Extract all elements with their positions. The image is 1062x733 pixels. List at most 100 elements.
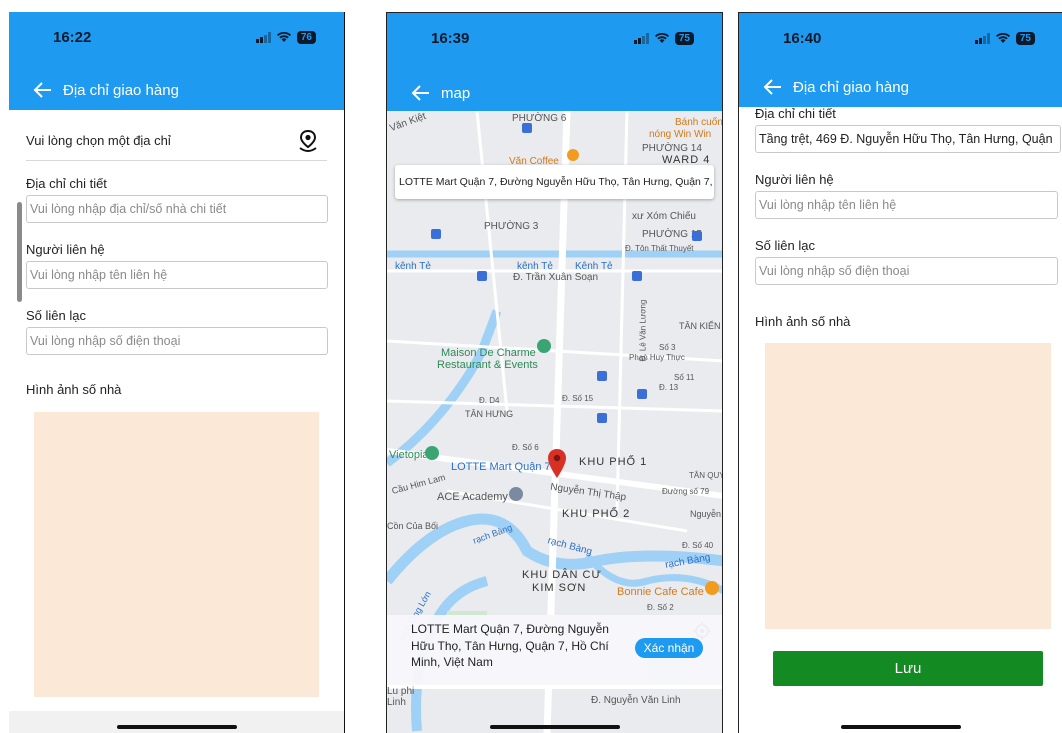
signal-icon — [633, 32, 649, 44]
app-bar: 16:40 75 Địa chỉ giao hàng — [739, 13, 1062, 107]
house-photo-label: Hình ảnh số nhà — [26, 382, 122, 397]
map-label: KHU PHỐ 2 — [562, 508, 631, 520]
restaurant-poi-icon — [537, 339, 551, 353]
status-time: 16:40 — [783, 29, 822, 47]
battery-icon: 75 — [674, 31, 694, 45]
page-title: Địa chỉ giao hàng — [793, 78, 909, 96]
map-label: TÂN QUY — [689, 471, 722, 480]
map-label: xư Xóm Chiếu — [632, 211, 696, 222]
map-label: ACE Academy — [437, 491, 508, 503]
bus-stop-icon — [637, 389, 647, 399]
bus-stop-icon — [597, 413, 607, 423]
house-photo-upload[interactable] — [765, 343, 1051, 629]
phone-input[interactable]: Vui lòng nhập số điện thoại — [26, 327, 328, 355]
map-label: Bonnie Cafe Cafe — [617, 586, 704, 598]
choose-address-label[interactable]: Vui lòng chọn một địa chỉ — [26, 133, 171, 148]
map-label: nóng Win Win — [649, 129, 712, 140]
save-button[interactable]: Lưu — [773, 651, 1043, 686]
selected-address-text: LOTTE Mart Quận 7, Đường Nguyễn Hữu Thọ,… — [411, 622, 609, 669]
house-photo-upload[interactable] — [34, 412, 319, 697]
map-label: Số 11 — [674, 373, 695, 382]
bus-stop-icon — [597, 371, 607, 381]
phone-label: Số liên lạc — [26, 308, 86, 323]
map-label: PHƯỜNG 3 — [484, 221, 539, 232]
cafe-icon — [705, 581, 719, 595]
bus-stop-icon — [692, 231, 702, 241]
scroll-handle[interactable] — [17, 202, 22, 302]
map-label: Đ. Số 6 — [512, 443, 539, 452]
contact-name-input[interactable]: Vui lòng nhập tên liên hệ — [755, 191, 1058, 219]
map-label: Maison De Charme — [441, 347, 536, 359]
bus-stop-icon — [477, 271, 487, 281]
status-bar: 16:22 76 — [9, 12, 344, 62]
back-arrow-icon[interactable] — [31, 78, 55, 102]
map-label: KHU PHỐ 1 — [579, 456, 648, 468]
map-label: Đ. Số 40 — [682, 541, 714, 550]
map-label: Kênh Tẻ — [575, 261, 613, 272]
detail-address-input[interactable]: Vui lòng nhập địa chỉ/số nhà chi tiết — [26, 195, 328, 223]
map-label: Restaurant & Events — [437, 359, 538, 371]
map-label: Vietopia — [389, 449, 429, 461]
cafe-icon — [567, 149, 579, 161]
map-label: Cồn Của Bối — [387, 521, 439, 531]
map-label: Linh — [387, 697, 406, 708]
detail-address-label: Địa chỉ chi tiết — [755, 106, 836, 121]
app-bar: 16:22 76 Địa chỉ giao hàng — [9, 12, 344, 110]
page-title: Địa chỉ giao hàng — [63, 81, 179, 99]
home-indicator — [116, 725, 237, 729]
contact-name-input[interactable]: Vui lòng nhập tên liên hệ — [26, 261, 328, 289]
screen-address-form-filled: 16:40 75 Địa chỉ giao hàng Địa chỉ chi t… — [738, 12, 1062, 733]
map-label: PHƯỜNG 14 — [642, 143, 702, 154]
map-label: Số 3 — [659, 343, 676, 352]
back-arrow-icon[interactable] — [409, 81, 433, 105]
map-label: Đ. Số 15 — [562, 394, 594, 403]
map-label: LOTTE Mart Quận 7 — [451, 461, 551, 473]
map-label: PHƯỜNG 6 — [512, 113, 567, 124]
status-time: 16:39 — [431, 29, 470, 47]
map-label: Đ. Nguyễn Văn Linh — [591, 695, 681, 706]
map-label: kênh Tẻ — [517, 261, 553, 272]
battery-icon: 76 — [296, 30, 316, 44]
back-arrow-icon[interactable] — [761, 75, 785, 99]
contact-name-label: Người liên hệ — [755, 172, 834, 187]
home-indicator — [841, 725, 961, 729]
detail-address-input[interactable]: Tầng trệt, 469 Đ. Nguyễn Hữu Thọ, Tân Hư… — [755, 125, 1061, 153]
map-label: TÂN KIỂN — [679, 321, 721, 331]
detail-address-label: Địa chỉ chi tiết — [26, 176, 107, 191]
bus-stop-icon — [431, 229, 441, 239]
map-label: Lu phi — [387, 686, 415, 697]
house-photo-label: Hình ảnh số nhà — [755, 314, 851, 329]
wifi-icon — [276, 31, 291, 42]
app-bar: 16:39 75 map — [387, 13, 722, 111]
address-search-input[interactable]: LOTTE Mart Quận 7, Đường Nguyễn Hữu Thọ,… — [395, 165, 714, 199]
phone-input[interactable]: Vui lòng nhập số điện thoại — [755, 257, 1058, 285]
battery-icon: 75 — [1015, 31, 1035, 45]
status-bar: 16:40 75 — [739, 13, 1062, 63]
map-label: Đ. Tôn Thất Thuyết — [625, 244, 694, 253]
poi-icon — [425, 446, 439, 460]
map-label: Đ. Trần Xuân Soạn — [513, 272, 599, 283]
page-title: map — [441, 84, 471, 102]
map-label: Bánh cuốn — [675, 117, 722, 128]
location-pin-icon[interactable] — [297, 129, 319, 153]
map-label: Phan Huy Thực — [629, 353, 685, 362]
school-icon — [509, 487, 523, 501]
map-label: Đ. Số 2 — [647, 603, 674, 612]
phone-label: Số liên lạc — [755, 238, 815, 253]
screen-map-picker: 16:39 75 map Văn Kiệt PHƯỜNG 6 Bánh cuốn… — [386, 12, 723, 733]
map-label: KHU DÂN CƯ — [522, 569, 602, 581]
bus-stop-icon — [522, 123, 532, 133]
bus-stop-icon — [632, 271, 642, 281]
map-label: Đ. 13 — [659, 383, 679, 392]
status-time: 16:22 — [53, 28, 92, 46]
screen-address-form-empty: 16:22 76 Địa chỉ giao hàng Vui lòng chọn… — [9, 12, 345, 733]
map-label: kênh Tẻ — [395, 261, 431, 272]
home-indicator — [489, 725, 620, 729]
confirm-button[interactable]: Xác nhận — [635, 638, 703, 658]
map-label: KIM SƠN — [532, 582, 587, 594]
status-bar: 16:39 75 — [387, 13, 722, 63]
wifi-icon — [654, 32, 669, 43]
map-label: TÂN HƯNG — [465, 409, 514, 419]
map-label: Đường số 79 — [662, 487, 710, 496]
divider — [26, 160, 327, 161]
